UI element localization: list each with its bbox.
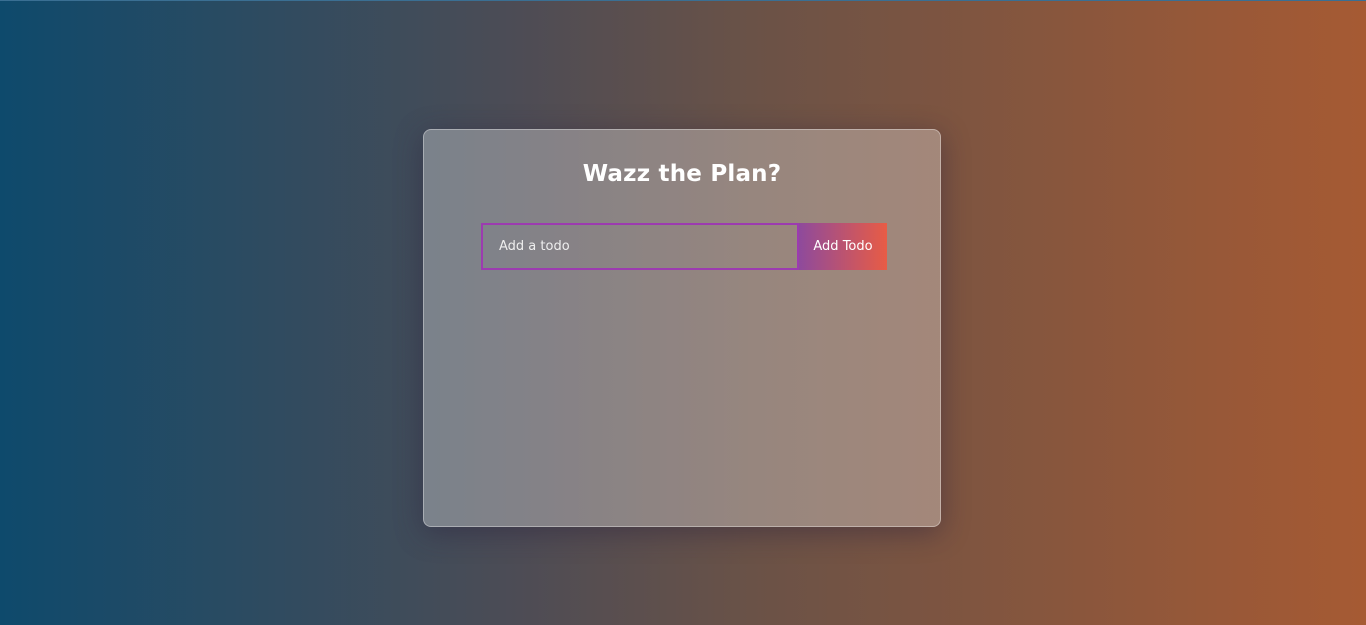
page-title: Wazz the Plan? [582,161,782,187]
todo-input[interactable] [481,223,799,270]
add-todo-button[interactable]: Add Todo [799,223,887,270]
todo-form: Add Todo [481,223,887,270]
top-border-line [0,0,1366,1]
todo-card: Wazz the Plan? Add Todo [423,129,941,527]
